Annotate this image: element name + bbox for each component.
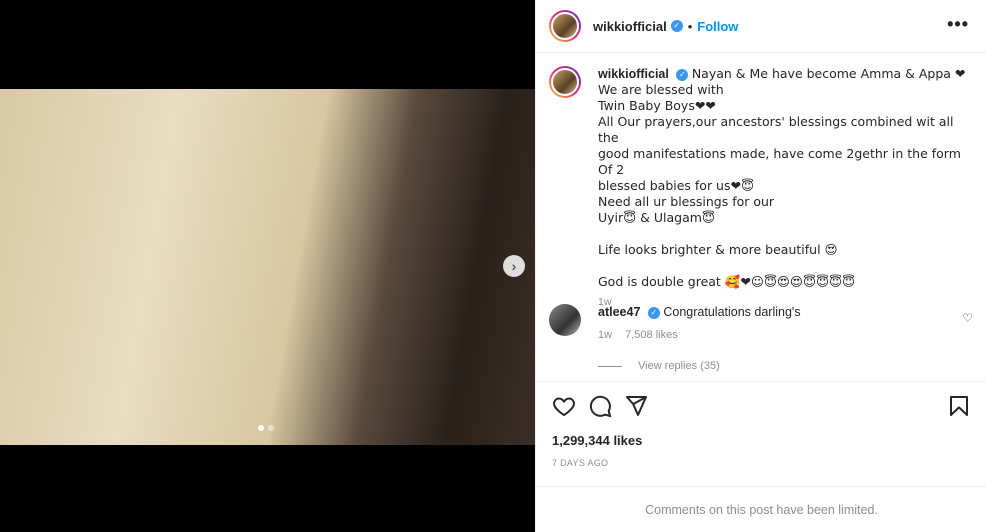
caption-line-2: Twin Baby Boys❤❤ <box>598 98 716 113</box>
verified-badge-icon: ✓ <box>670 20 683 32</box>
caption-line-10 <box>598 258 968 274</box>
caption-text: wikkiofficial ✓ Nayan & Me have become A… <box>598 66 968 310</box>
replies-divider <box>598 365 622 367</box>
comment-bubble-icon[interactable] <box>588 394 612 418</box>
follow-button[interactable]: Follow <box>697 19 738 34</box>
post-photo[interactable] <box>0 89 535 445</box>
comment-like-heart-icon[interactable]: ♡ <box>962 311 973 325</box>
comment-body: atlee47 ✓ Congratulations darling's 1w 7… <box>598 304 958 343</box>
caption-line-1: We are blessed with <box>598 82 724 97</box>
share-send-icon[interactable] <box>624 394 648 418</box>
carousel-dot <box>268 425 274 431</box>
caption-line-11: God is double great 🥰❤☺😇😍😍😇😇😇😇 <box>598 274 856 289</box>
caption-line-4: good manifestations made, have come 2get… <box>598 146 961 177</box>
commenter-avatar[interactable] <box>549 304 581 336</box>
caption-line-7: Uyir😇 & Ulagam😇 <box>598 210 715 225</box>
comment-text: Congratulations darling's <box>663 305 801 319</box>
caption-line-6: Need all ur blessings for our <box>598 194 775 209</box>
verified-badge-icon: ✓ <box>676 68 689 81</box>
bookmark-save-icon[interactable] <box>947 394 971 418</box>
view-replies-button[interactable]: View replies (35) <box>598 360 720 372</box>
caption-line-8 <box>598 226 968 242</box>
caption-line-0: Nayan & Me have become Amma & Appa ❤ <box>691 66 966 81</box>
next-image-button[interactable]: › <box>503 255 525 277</box>
caption: wikkiofficial ✓ Nayan & Me have become A… <box>549 66 974 310</box>
action-bar <box>552 394 971 418</box>
post-date: 7 DAYS AGO <box>552 458 609 468</box>
post-panel: wikkiofficial ✓ • Follow ••• wikkioffici… <box>535 0 986 532</box>
comment-item: atlee47 ✓ Congratulations darling's 1w 7… <box>549 304 974 343</box>
action-section: 1,299,344 likes 7 DAYS AGO <box>536 381 986 481</box>
comment-likes[interactable]: 7,508 likes <box>625 329 678 341</box>
view-replies-label[interactable]: View replies (35) <box>638 360 720 372</box>
carousel-dot-active <box>258 425 264 431</box>
post-header: wikkiofficial ✓ • Follow ••• <box>536 0 986 53</box>
comments-limited-notice: Comments on this post have been limited. <box>536 486 986 532</box>
caption-author-avatar[interactable] <box>549 66 581 98</box>
author-username[interactable]: wikkiofficial <box>593 19 667 34</box>
chevron-right-icon: › <box>511 258 517 274</box>
caption-line-9: Life looks brighter & more beautiful 😍 <box>598 242 838 257</box>
separator: • <box>687 18 693 34</box>
likes-count[interactable]: 1,299,344 likes <box>552 433 971 448</box>
author-avatar[interactable] <box>549 10 581 42</box>
caption-line-5: blessed babies for us❤😇 <box>598 178 754 193</box>
media-area: › <box>0 0 535 532</box>
carousel-indicator <box>258 425 274 431</box>
comment-timestamp: 1w <box>598 329 613 341</box>
more-options-icon[interactable]: ••• <box>947 14 969 35</box>
like-heart-icon[interactable] <box>552 394 576 418</box>
verified-badge-icon: ✓ <box>647 306 660 319</box>
caption-author-username[interactable]: wikkiofficial <box>598 67 669 81</box>
commenter-username[interactable]: atlee47 <box>598 305 640 319</box>
caption-line-3: All Our prayers,our ancestors' blessings… <box>598 114 954 145</box>
